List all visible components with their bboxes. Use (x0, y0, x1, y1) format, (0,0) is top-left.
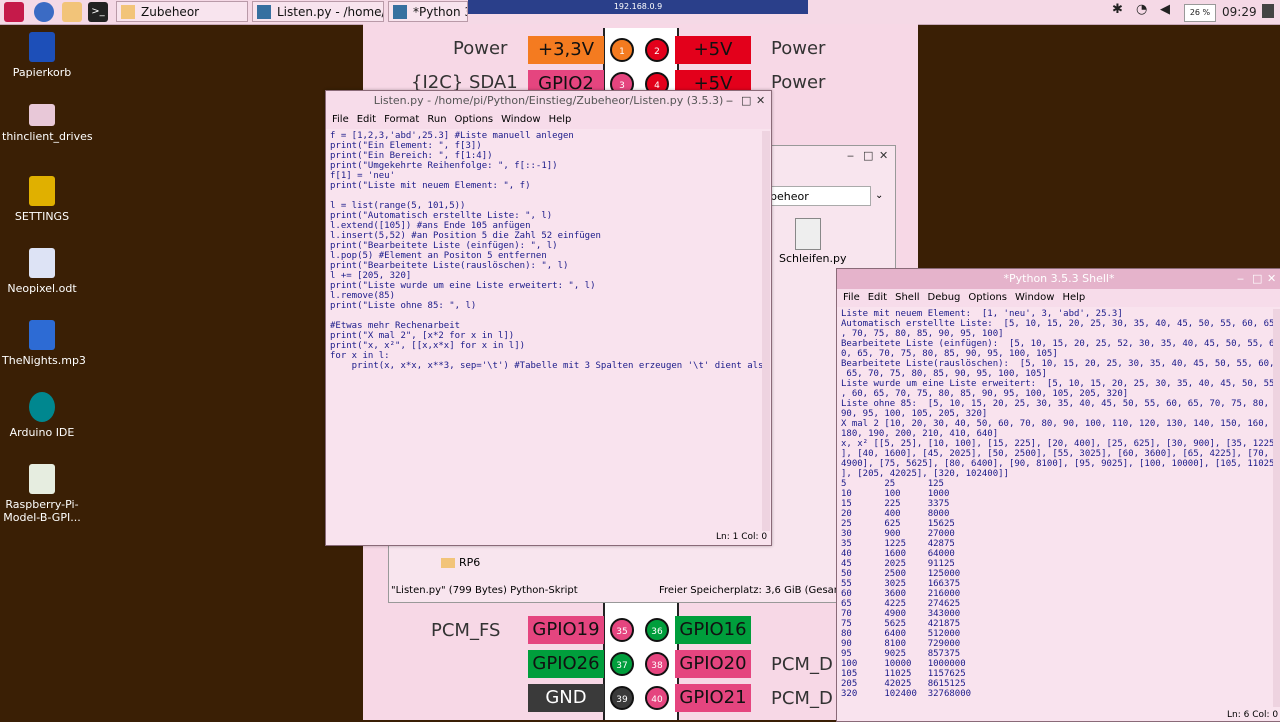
pin-box: +5V (675, 36, 751, 64)
taskbar-button-shell[interactable]: *Python 3.5.3 Shell* (388, 1, 468, 22)
taskbar: >_ Zubeheor Listen.py - /home/pi/... *Py… (0, 0, 1280, 25)
menu-edit[interactable]: Edit (357, 114, 376, 125)
menu-shell[interactable]: Shell (895, 292, 919, 303)
raspberry-menu-icon[interactable] (4, 2, 24, 22)
status-left: "Listen.py" (799 Bytes) Python-Skript (391, 585, 578, 596)
pin-number: 35 (610, 618, 634, 642)
clock: 09:29 (1222, 5, 1257, 19)
tree-item-rp6[interactable]: RP6 (449, 556, 480, 569)
taskbar-button-listen[interactable]: Listen.py - /home/pi/... (252, 1, 384, 22)
minimize-button[interactable]: ‒ (726, 91, 733, 111)
document-icon (29, 248, 55, 278)
menu-window[interactable]: Window (1015, 292, 1054, 303)
scrollbar[interactable] (1273, 309, 1280, 707)
minimize-button[interactable]: ‒ (847, 146, 854, 166)
browser-icon[interactable] (34, 2, 54, 22)
pin-label: PCM_D (771, 688, 833, 709)
minimize-button[interactable]: ‒ (1237, 269, 1244, 289)
shell-status: Ln: 6 Col: 0 (1227, 710, 1279, 720)
shell-window[interactable]: *Python 3.5.3 Shell* ‒ □ ✕ File Edit Shell… (836, 268, 1280, 722)
pin-box: GND (528, 684, 604, 712)
pin-label: PCM_FS (431, 620, 501, 641)
drive-icon (29, 104, 55, 126)
desktop-icon-settings[interactable]: SETTINGS (2, 176, 82, 223)
menu-window[interactable]: Window (501, 114, 540, 125)
pin-number: 37 (610, 652, 634, 676)
menu-help[interactable]: Help (549, 114, 572, 125)
shell-menubar: File Edit Shell Debug Options Window Help (837, 289, 1280, 307)
menu-options[interactable]: Options (455, 114, 494, 125)
path-input[interactable]: beheor (765, 186, 871, 206)
editor-titlebar[interactable]: Listen.py - /home/pi/Python/Einstieg/Zub… (326, 91, 771, 111)
image-file-icon (29, 464, 55, 494)
shell-titlebar[interactable]: *Python 3.5.3 Shell* (837, 269, 1280, 289)
menu-run[interactable]: Run (427, 114, 446, 125)
code-editor[interactable]: f = [1,2,3,'abd',25.3] #Liste manuell an… (330, 131, 762, 531)
eject-icon[interactable] (1262, 4, 1274, 18)
close-button[interactable]: ✕ (756, 91, 765, 111)
close-button[interactable]: ✕ (879, 146, 888, 166)
maximize-button[interactable]: □ (741, 91, 751, 111)
file-item-label[interactable]: Schleifen.py (779, 252, 846, 265)
editor-status: Ln: 1 Col: 0 (716, 532, 768, 542)
pin-box: GPIO26 (528, 650, 604, 678)
pin-box: GPIO20 (675, 650, 751, 678)
menu-format[interactable]: Format (384, 114, 419, 125)
python-icon (257, 5, 271, 19)
arduino-icon (29, 392, 55, 422)
terminal-icon[interactable]: >_ (88, 2, 108, 22)
desktop-icon-neopixel[interactable]: Neopixel.odt (2, 248, 82, 295)
pin-number: 36 (645, 618, 669, 642)
menu-help[interactable]: Help (1062, 292, 1085, 303)
pin-box: +3,3V (528, 36, 604, 64)
editor-menubar: File Edit Format Run Options Window Help (326, 111, 771, 129)
menu-edit[interactable]: Edit (868, 292, 887, 303)
pin-box: GPIO16 (675, 616, 751, 644)
close-button[interactable]: ✕ (1267, 269, 1276, 289)
maximize-button[interactable]: □ (863, 146, 873, 166)
menu-options[interactable]: Options (968, 292, 1007, 303)
desktop-icon-arduino[interactable]: Arduino IDE (2, 392, 82, 439)
pin-number: 1 (610, 38, 634, 62)
wifi-icon[interactable]: ◔ (1136, 2, 1147, 17)
pin-label: PCM_D (771, 654, 833, 675)
desktop-icon-raspberry-pdf[interactable]: Raspberry-Pi-Model-B-GPI... (2, 464, 82, 524)
pin-box: GPIO19 (528, 616, 604, 644)
folder-icon[interactable] (62, 2, 82, 22)
pin-number: 39 (610, 686, 634, 710)
pin-label: Power (453, 38, 508, 59)
editor-window[interactable]: Listen.py - /home/pi/Python/Einstieg/Zub… (325, 90, 772, 546)
volume-icon[interactable]: ◀ (1160, 2, 1170, 17)
folder-icon (121, 5, 135, 19)
desktop-icon-thinclient[interactable]: thinclient_drives (2, 104, 93, 143)
menu-file[interactable]: File (332, 114, 349, 125)
maximize-button[interactable]: □ (1252, 269, 1262, 289)
desktop-icon-trash[interactable]: Papierkorb (2, 32, 82, 79)
remote-desktop-bar[interactable]: 192.168.0.9 (468, 0, 808, 14)
pin-box: GPIO21 (675, 684, 751, 712)
bluetooth-icon[interactable]: ✱ (1112, 2, 1123, 17)
trash-icon (29, 32, 55, 62)
pin-number: 40 (645, 686, 669, 710)
pin-number: 38 (645, 652, 669, 676)
settings-icon (29, 176, 55, 206)
taskbar-button-zubeheor[interactable]: Zubeheor (116, 1, 248, 22)
desktop-icon-thenights[interactable]: TheNights.mp3 (2, 320, 86, 367)
shell-output[interactable]: Liste mit neuem Element: [1, 'neu', 3, '… (841, 309, 1273, 707)
pin-number: 2 (645, 38, 669, 62)
cpu-monitor: 26 % (1184, 4, 1216, 22)
pin-label: Power (771, 38, 826, 59)
music-icon (29, 320, 55, 350)
chevron-down-icon[interactable]: ⌄ (875, 190, 883, 201)
menu-file[interactable]: File (843, 292, 860, 303)
menu-debug[interactable]: Debug (928, 292, 961, 303)
pin-label: Power (771, 72, 826, 93)
python-icon (393, 5, 407, 19)
python-file-icon (795, 218, 821, 250)
scrollbar[interactable] (762, 131, 770, 531)
